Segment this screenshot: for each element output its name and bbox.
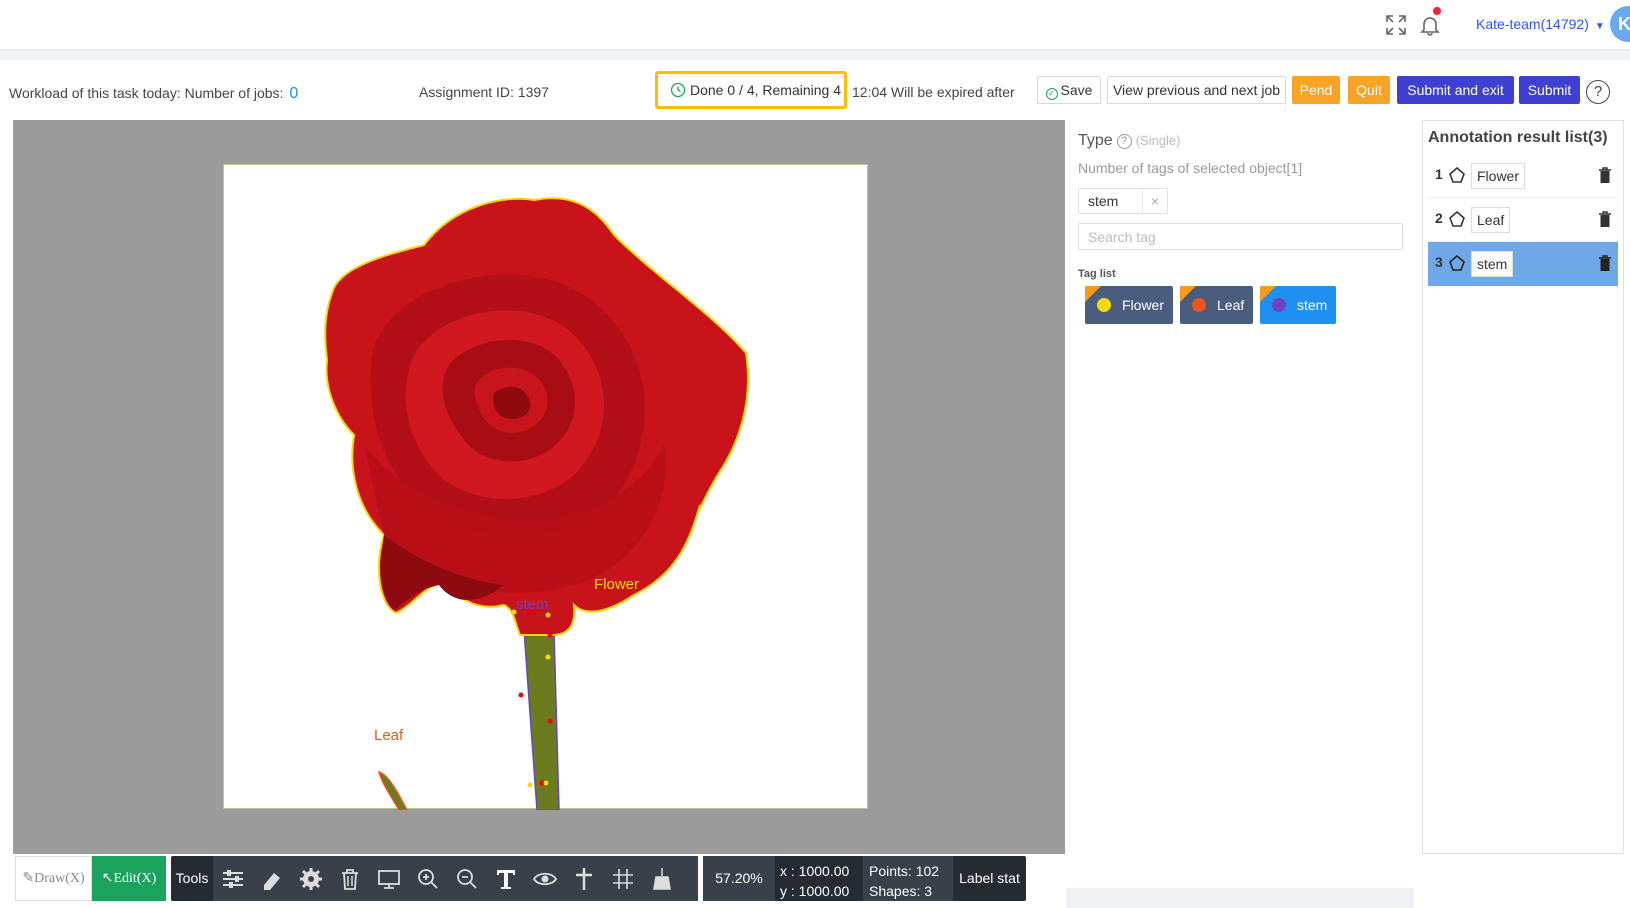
leaf-label: Leaf [374, 727, 404, 744]
monitor-icon[interactable] [375, 865, 403, 893]
annotation-result-panel: Annotation result list(3) 1 Flower 2 Lea… [1422, 120, 1624, 854]
header-divider [0, 50, 1630, 60]
result-item[interactable]: 1 Flower [1428, 154, 1618, 198]
points-count: Points: 102 [869, 863, 940, 879]
fullscreen-icon[interactable] [1384, 13, 1408, 37]
submit-and-exit-button[interactable]: Submit and exit [1397, 76, 1514, 104]
annotation-canvas[interactable]: Flower stem Leaf [13, 120, 1065, 854]
selected-tags-count: Number of tags of selected object[1] [1078, 160, 1303, 176]
check-circle-icon: ✓ [1045, 88, 1058, 100]
trash-icon[interactable] [336, 865, 364, 893]
help-icon[interactable]: ? [1586, 80, 1610, 104]
y-coordinate: y : 1000.00 [780, 883, 850, 899]
task-bar: Workload of this task today: Number of j… [0, 60, 1630, 116]
x-coordinate: x : 1000.00 [780, 863, 850, 879]
image-frame: Flower stem Leaf [223, 164, 868, 810]
workload-count: 0 [289, 85, 299, 102]
tools-icons [213, 856, 698, 901]
save-button[interactable]: ✓ Save [1037, 76, 1101, 104]
result-list-title: Annotation result list(3) [1428, 129, 1608, 146]
eraser-icon[interactable] [258, 865, 286, 893]
status-bar: 57.20% x : 1000.00 y : 1000.00 Points: 1… [703, 856, 1026, 901]
trash-icon[interactable] [1598, 254, 1612, 272]
trash-icon[interactable] [1598, 166, 1612, 184]
type-title: Type? (Single) [1078, 132, 1181, 149]
zoom-level: 57.20% [703, 856, 775, 901]
cursor-icon: ↖ [101, 871, 114, 886]
pend-button[interactable]: Pend [1292, 76, 1340, 104]
result-item-selected[interactable]: 3 stem [1428, 242, 1618, 286]
top-bar: Kate-team(14792) ▼ K [0, 0, 1630, 60]
polygon-icon [1449, 254, 1465, 271]
expire-timer: 12:04 Will be expired after [852, 84, 1015, 100]
selected-tag-chip: stem × [1078, 188, 1168, 214]
eye-icon[interactable] [531, 865, 559, 893]
color-dot-icon [1192, 298, 1206, 312]
progress-indicator: Done 0 / 4, Remaining 4 [655, 71, 847, 109]
label-stat-button[interactable]: Label stat [953, 856, 1026, 901]
panel-footer [1066, 888, 1414, 908]
coordinates: x : 1000.00 y : 1000.00 [775, 856, 863, 901]
shapes-count: Shapes: 3 [869, 883, 933, 899]
type-panel: Type? (Single) Number of tags of selected… [1066, 120, 1414, 908]
trash-icon[interactable] [1598, 210, 1612, 228]
grid-icon[interactable] [609, 865, 637, 893]
tag-list-title: Tag list [1078, 268, 1116, 280]
close-icon[interactable]: × [1151, 193, 1159, 209]
color-dot-icon [1272, 298, 1286, 312]
rose-image [324, 197, 749, 810]
edit-mode-button[interactable]: ↖Edit(X) [92, 856, 166, 901]
chevron-down-icon: ▼ [1594, 21, 1605, 32]
tag-button-leaf[interactable]: Leaf [1180, 286, 1253, 324]
gear-icon[interactable] [297, 865, 325, 893]
result-index: 1 [1435, 166, 1443, 182]
bell-icon[interactable] [1418, 13, 1442, 37]
sliders-icon[interactable] [219, 865, 247, 893]
clock-icon [670, 82, 686, 98]
tools-bar: Tools [171, 856, 698, 901]
zoom-in-icon[interactable] [414, 865, 442, 893]
pencil-icon: ✎ [22, 871, 35, 886]
crosshair-icon[interactable] [570, 865, 598, 893]
assignment-id: Assignment ID: 1397 [419, 84, 549, 100]
draw-mode-button[interactable]: ✎Draw(X) [15, 856, 92, 901]
chip-divider [1142, 189, 1143, 213]
quit-button[interactable]: Quit [1348, 76, 1390, 104]
leaf-shape[interactable] [377, 770, 408, 810]
notification-dot [1433, 7, 1441, 15]
flower-label: Flower [594, 576, 640, 593]
text-icon[interactable] [492, 865, 520, 893]
zoom-out-icon[interactable] [453, 865, 481, 893]
question-icon[interactable]: ? [1116, 134, 1132, 149]
user-menu[interactable]: Kate-team(14792) ▼ [1476, 16, 1605, 32]
shape-stats: Points: 102 Shapes: 3 [863, 856, 953, 901]
avatar[interactable]: K [1610, 6, 1630, 42]
color-dot-icon [1097, 298, 1111, 312]
workload-info: Workload of this task today: Number of j… [9, 85, 299, 102]
polygon-icon [1449, 166, 1465, 183]
view-prev-next-button[interactable]: View previous and next job [1107, 76, 1286, 104]
submit-button[interactable]: Submit [1519, 76, 1580, 104]
broom-icon[interactable] [648, 865, 676, 893]
result-index: 3 [1435, 254, 1443, 270]
stem-label: stem [516, 596, 549, 613]
result-label[interactable]: Leaf [1471, 207, 1511, 233]
result-index: 2 [1435, 210, 1443, 226]
result-label[interactable]: stem [1471, 251, 1514, 277]
polygon-icon [1449, 210, 1465, 227]
tools-label: Tools [175, 870, 209, 886]
result-label[interactable]: Flower [1471, 163, 1526, 189]
result-item[interactable]: 2 Leaf [1428, 198, 1618, 242]
tag-button-flower[interactable]: Flower [1085, 286, 1173, 324]
tag-button-stem[interactable]: stem [1260, 286, 1336, 324]
type-mode: (Single) [1135, 133, 1181, 148]
search-tag-input[interactable]: Search tag [1078, 223, 1403, 250]
